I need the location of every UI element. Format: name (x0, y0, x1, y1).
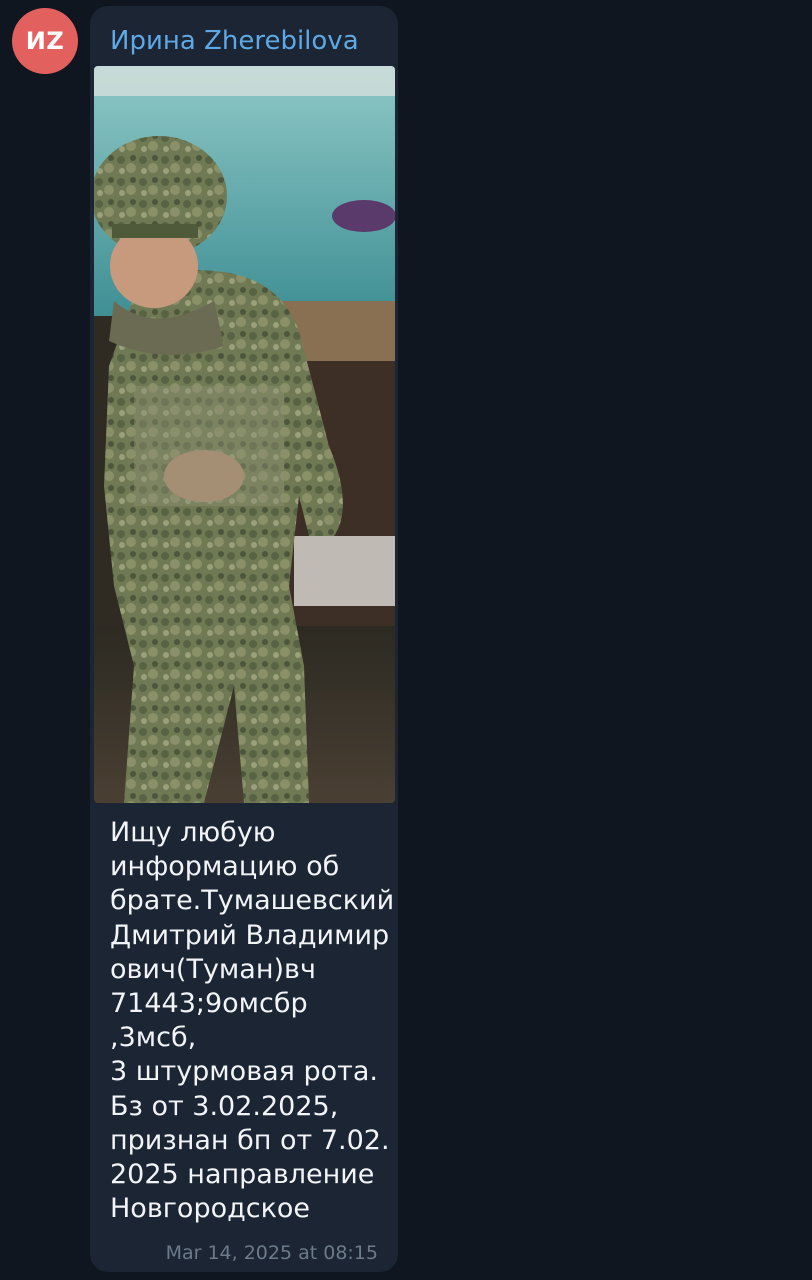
sender-avatar[interactable]: ИZ (12, 8, 78, 74)
message-timestamp: Mar 14, 2025 at 08:15 (165, 1242, 378, 1264)
soldier-photo-image (94, 66, 395, 803)
sender-name[interactable]: Ирина Zherebilova (110, 26, 359, 56)
message-photo[interactable] (94, 66, 395, 803)
message-text: Ищу любую информацию об брате.Тумашевски… (110, 817, 395, 1225)
message-bubble[interactable]: Ирина Zherebilova Ищу любую информацию о… (90, 6, 398, 1272)
